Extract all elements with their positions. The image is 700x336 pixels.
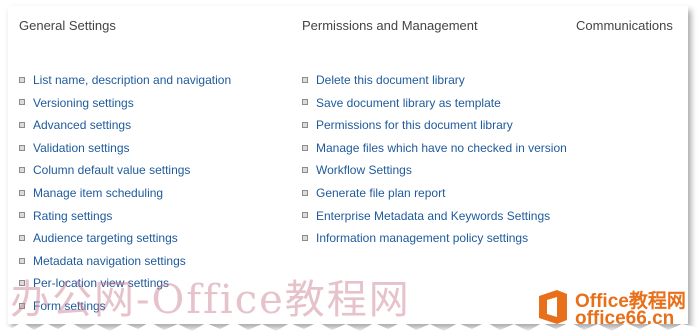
- permissions-management-heading: Permissions and Management: [302, 18, 478, 33]
- list-item: Workflow Settings: [302, 159, 567, 182]
- bullet-icon: [302, 99, 308, 106]
- bullet-icon: [19, 99, 25, 106]
- bullet-icon: [302, 212, 308, 219]
- link-permissions-for-library[interactable]: Permissions for this document library: [316, 118, 513, 132]
- list-item: Per-location view settings: [19, 272, 231, 295]
- bullet-icon: [302, 189, 308, 196]
- link-enterprise-metadata-keywords[interactable]: Enterprise Metadata and Keywords Setting…: [316, 209, 550, 223]
- list-item: Rating settings: [19, 205, 231, 228]
- list-item: Metadata navigation settings: [19, 250, 231, 273]
- link-generate-file-plan-report[interactable]: Generate file plan report: [316, 186, 445, 200]
- list-item: Manage files which have no checked in ve…: [302, 137, 567, 160]
- link-save-library-as-template[interactable]: Save document library as template: [316, 96, 501, 110]
- link-rating-settings[interactable]: Rating settings: [33, 209, 112, 223]
- torn-edge-shape: [0, 310, 700, 336]
- link-delete-document-library[interactable]: Delete this document library: [316, 73, 465, 87]
- link-manage-item-scheduling[interactable]: Manage item scheduling: [33, 186, 163, 200]
- general-settings-list: List name, description and navigation Ve…: [19, 69, 231, 318]
- list-item: Information management policy settings: [302, 227, 567, 250]
- communications-heading: Communications: [576, 18, 673, 33]
- screenshot-page: General Settings List name, description …: [0, 0, 700, 336]
- bullet-icon: [19, 167, 25, 174]
- link-metadata-navigation-settings[interactable]: Metadata navigation settings: [33, 254, 186, 268]
- list-item: Delete this document library: [302, 69, 567, 92]
- link-advanced-settings[interactable]: Advanced settings: [33, 118, 131, 132]
- link-list-name-description-navigation[interactable]: List name, description and navigation: [33, 73, 231, 87]
- list-item: Generate file plan report: [302, 182, 567, 205]
- permissions-management-list: Delete this document library Save docume…: [302, 69, 567, 250]
- bullet-icon: [19, 212, 25, 219]
- link-validation-settings[interactable]: Validation settings: [33, 141, 130, 155]
- list-item: Advanced settings: [19, 114, 231, 137]
- bullet-icon: [19, 76, 25, 83]
- general-settings-heading: General Settings: [19, 18, 116, 33]
- list-item: Column default value settings: [19, 159, 231, 182]
- link-per-location-view-settings[interactable]: Per-location view settings: [33, 276, 169, 290]
- bullet-icon: [302, 76, 308, 83]
- list-item: Permissions for this document library: [302, 114, 567, 137]
- bullet-icon: [19, 257, 25, 264]
- link-manage-unchecked-files[interactable]: Manage files which have no checked in ve…: [316, 141, 567, 155]
- bullet-icon: [302, 122, 308, 129]
- bullet-icon: [302, 144, 308, 151]
- bullet-icon: [302, 167, 308, 174]
- bullet-icon: [19, 302, 25, 309]
- bullet-icon: [19, 234, 25, 241]
- list-item: Save document library as template: [302, 92, 567, 115]
- list-item: Manage item scheduling: [19, 182, 231, 205]
- link-versioning-settings[interactable]: Versioning settings: [33, 96, 134, 110]
- link-audience-targeting-settings[interactable]: Audience targeting settings: [33, 231, 178, 245]
- link-workflow-settings[interactable]: Workflow Settings: [316, 163, 412, 177]
- list-item: Enterprise Metadata and Keywords Setting…: [302, 205, 567, 228]
- library-settings-panel: General Settings List name, description …: [8, 6, 688, 324]
- list-item: Versioning settings: [19, 92, 231, 115]
- bullet-icon: [302, 234, 308, 241]
- list-item: Audience targeting settings: [19, 227, 231, 250]
- bullet-icon: [19, 122, 25, 129]
- bullet-icon: [19, 189, 25, 196]
- bullet-icon: [19, 144, 25, 151]
- link-column-default-value-settings[interactable]: Column default value settings: [33, 163, 190, 177]
- list-item: List name, description and navigation: [19, 69, 231, 92]
- link-information-management-policy[interactable]: Information management policy settings: [316, 231, 528, 245]
- bullet-icon: [19, 280, 25, 287]
- list-item: Validation settings: [19, 137, 231, 160]
